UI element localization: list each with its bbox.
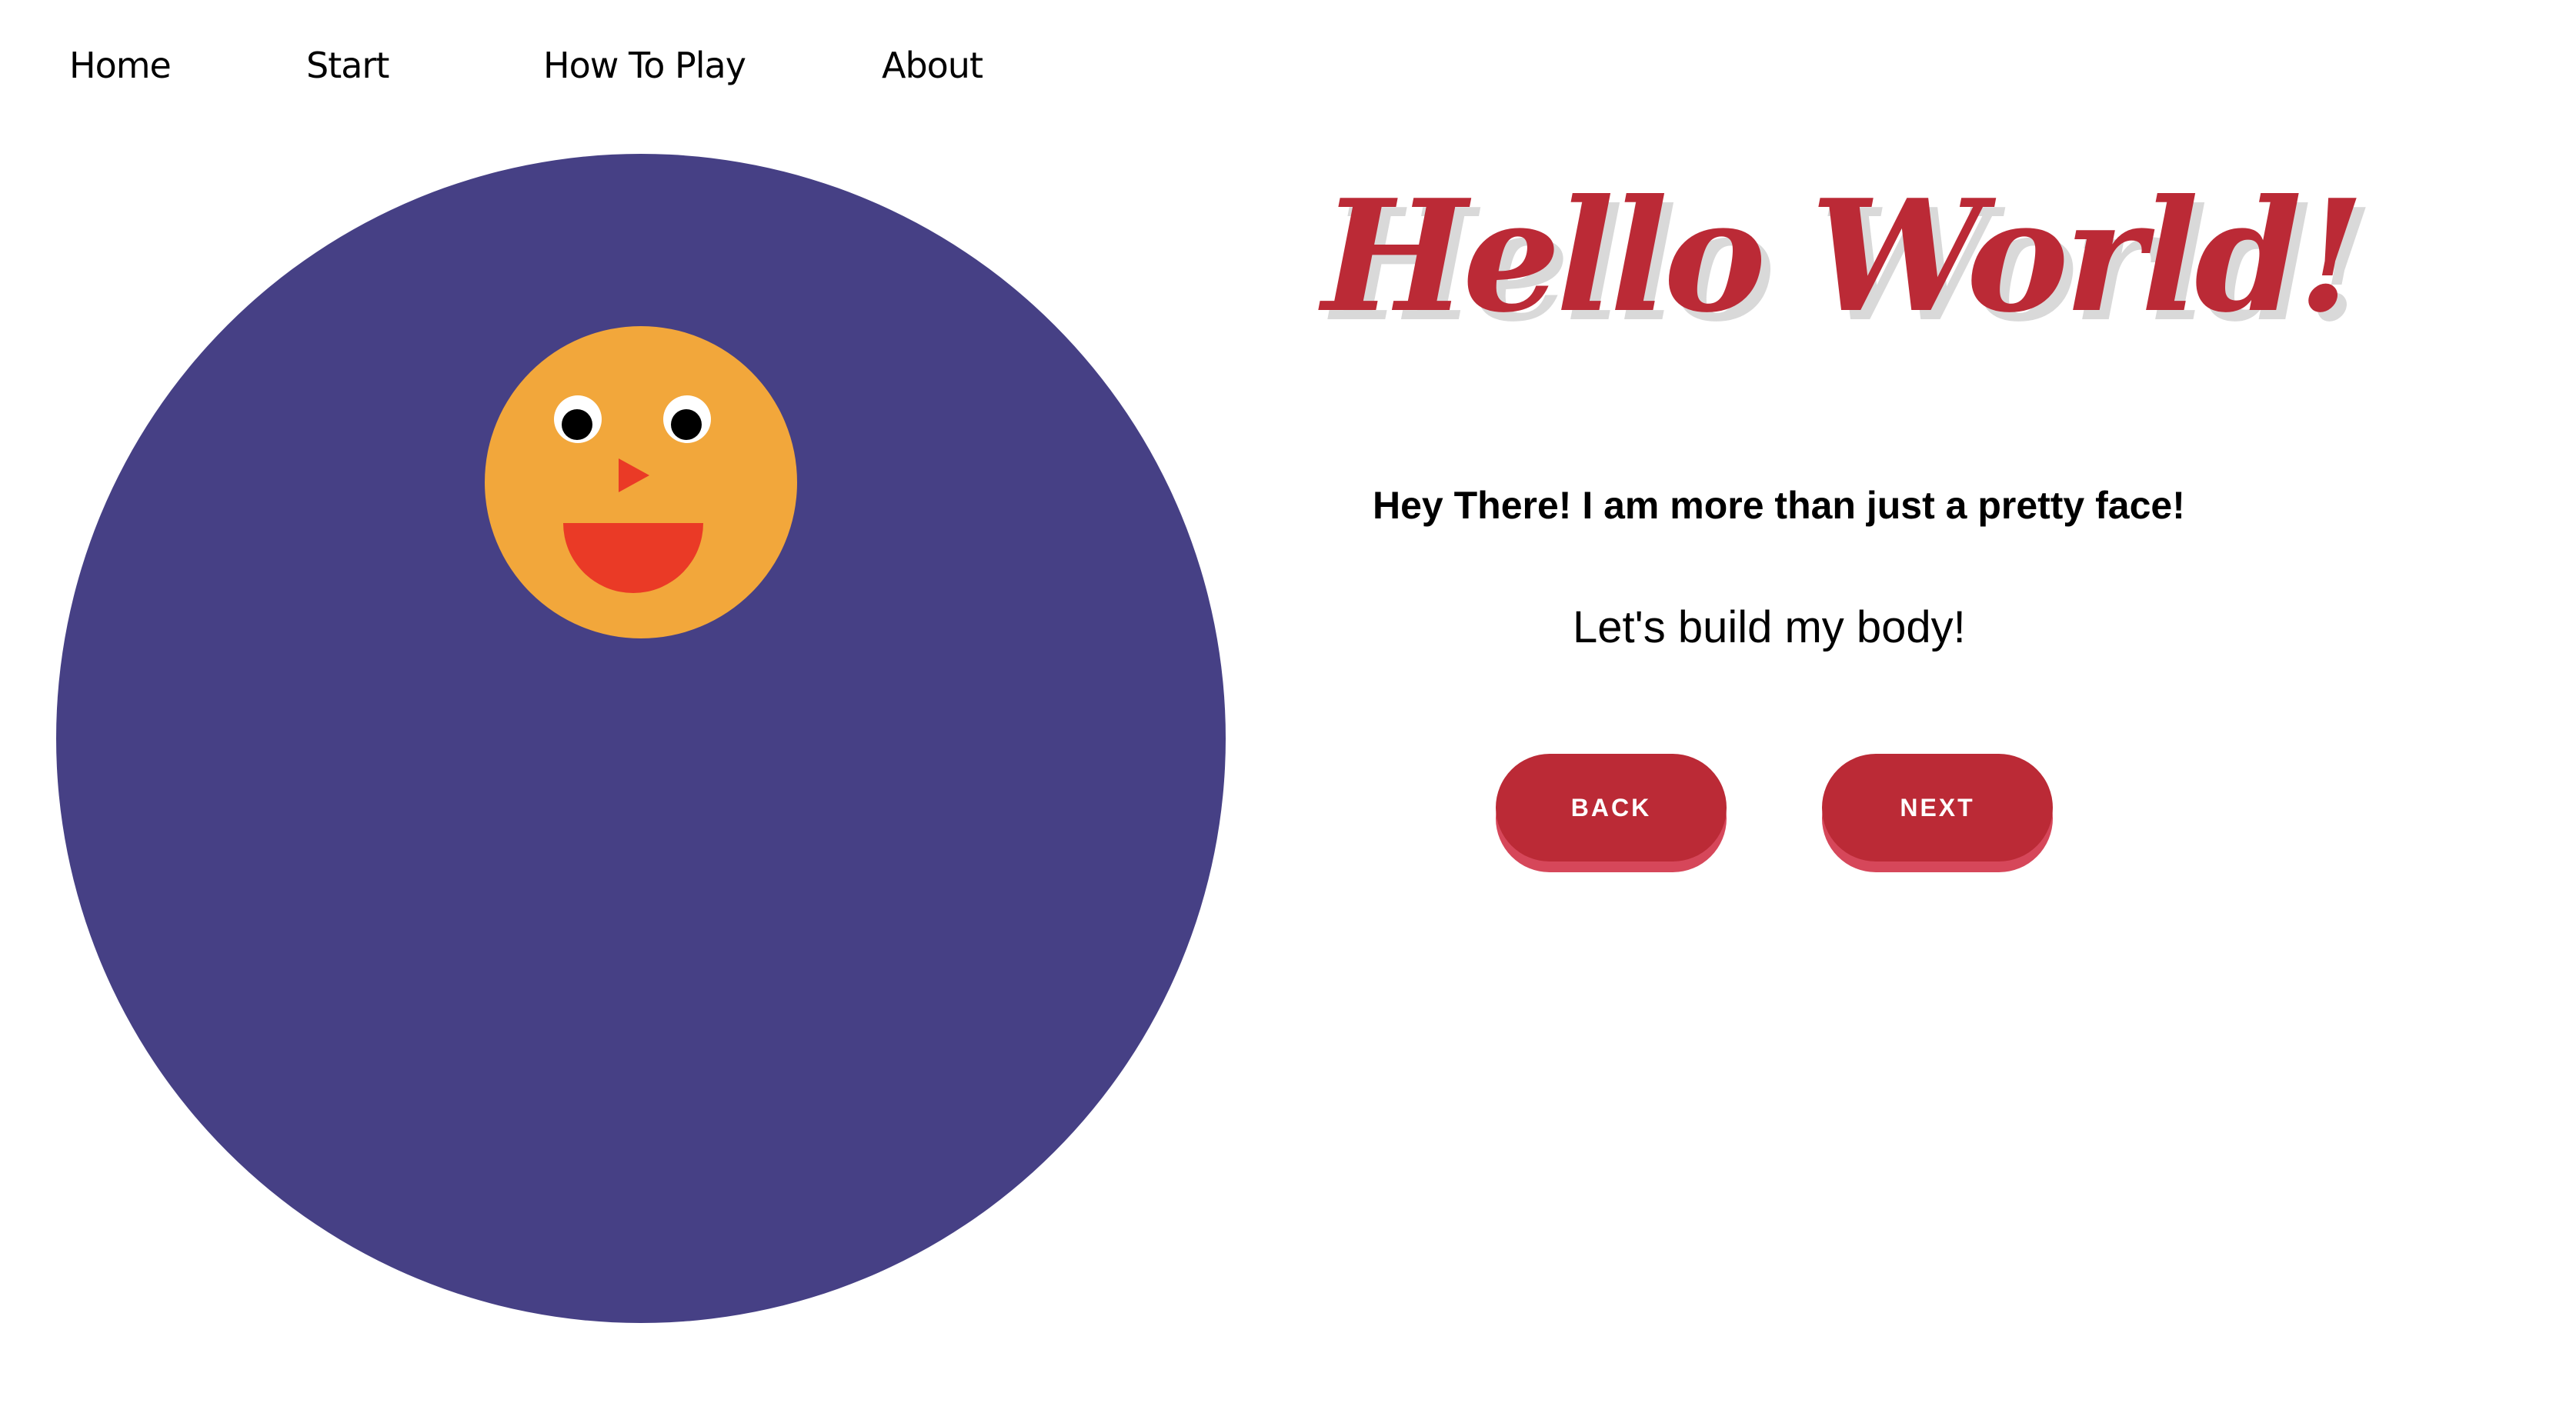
instruction-text: Let's build my body! bbox=[1573, 602, 1966, 652]
character-face bbox=[485, 326, 797, 638]
back-button[interactable]: BACK bbox=[1496, 754, 1727, 861]
left-pupil bbox=[562, 409, 592, 440]
nav-link-start[interactable]: Start bbox=[306, 45, 389, 86]
nav-link-about[interactable]: About bbox=[882, 45, 983, 86]
left-eye bbox=[554, 395, 602, 443]
tagline-text: Hey There! I am more than just a pretty … bbox=[1373, 484, 2185, 527]
page-title: Hello World! bbox=[1322, 166, 2365, 347]
top-nav: Home Start How To Play About bbox=[0, 45, 1077, 106]
nav-link-home[interactable]: Home bbox=[69, 45, 172, 86]
nose bbox=[619, 458, 649, 492]
next-button[interactable]: NEXT bbox=[1822, 754, 2053, 861]
right-pupil bbox=[671, 409, 702, 440]
mouth bbox=[563, 523, 703, 593]
right-eye bbox=[663, 395, 711, 443]
nav-link-how-to-play[interactable]: How To Play bbox=[543, 45, 746, 86]
